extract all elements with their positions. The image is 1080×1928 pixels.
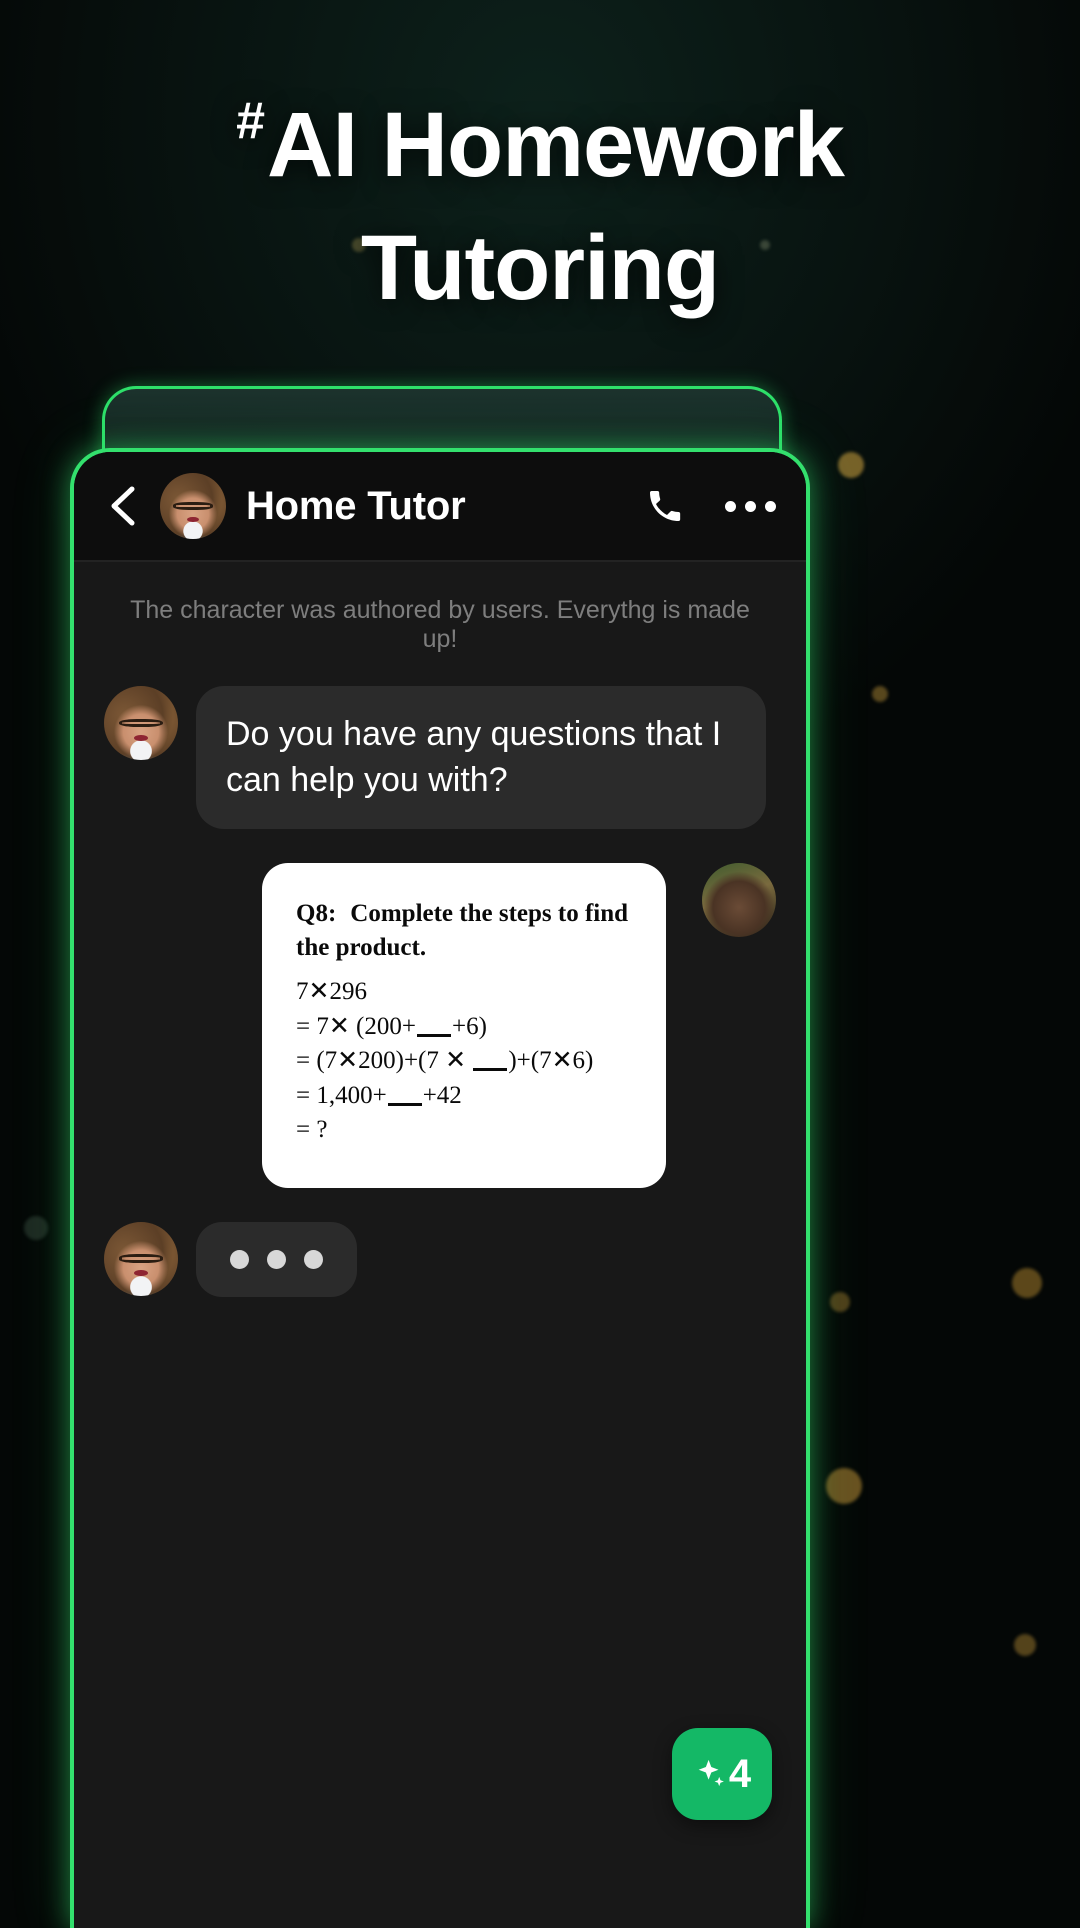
typing-indicator bbox=[196, 1221, 357, 1297]
homework-line-1: 7✕296 bbox=[296, 978, 367, 1006]
headline-line-2: Tutoring bbox=[360, 217, 720, 320]
chat-header: Home Tutor bbox=[74, 452, 806, 560]
user-message-row: Q8: Complete the steps to find the produc… bbox=[104, 863, 776, 1188]
more-options-button[interactable] bbox=[725, 500, 776, 512]
homework-line-3-pre: = (7✕200)+(7 ✕ bbox=[296, 1047, 473, 1075]
sparkle-credits-button[interactable]: 4 bbox=[672, 1728, 772, 1820]
hash-symbol: # bbox=[236, 92, 265, 150]
phone-icon bbox=[650, 491, 681, 521]
blank-underscore bbox=[387, 1102, 422, 1106]
homework-line-2: = 7✕ (200+ +6) bbox=[296, 1010, 632, 1045]
avatar bbox=[104, 686, 178, 760]
typing-indicator-row bbox=[104, 1221, 776, 1297]
page-title: #AI Homework Tutoring bbox=[0, 84, 1080, 331]
chat-title: Home Tutor bbox=[246, 483, 466, 528]
avatar bbox=[104, 1221, 178, 1296]
homework-line-4-post: +42 bbox=[422, 1081, 462, 1109]
sparkle-icon bbox=[698, 1759, 724, 1787]
avatar[interactable] bbox=[160, 473, 226, 539]
homework-line-2-pre: = 7✕ (200+ bbox=[296, 1012, 416, 1040]
ai-message-row: Do you have any questions that I can hel… bbox=[104, 686, 776, 830]
avatar bbox=[702, 863, 776, 938]
homework-line-4-pre: = 1,400+ bbox=[296, 1081, 387, 1109]
homework-line-3-post: )+(7✕6) bbox=[508, 1047, 594, 1075]
ai-message-bubble: Do you have any questions that I can hel… bbox=[196, 686, 766, 830]
chat-body: The character was authored by users. Eve… bbox=[74, 562, 806, 1928]
headline-line-1: AI Homework bbox=[267, 94, 845, 196]
blank-underscore bbox=[416, 1033, 451, 1037]
back-button[interactable] bbox=[106, 485, 140, 527]
homework-line-5: = ? bbox=[296, 1116, 328, 1144]
phone-mockup: Home Tutor The character was authored by… bbox=[70, 448, 810, 1928]
homework-question-title: Q8: Complete the steps to find the produc… bbox=[296, 897, 632, 965]
chevron-left-icon bbox=[111, 486, 135, 526]
homework-line-3: = (7✕200)+(7 ✕ )+(7✕6) bbox=[296, 1044, 632, 1079]
header-actions bbox=[645, 486, 776, 526]
chat-disclaimer: The character was authored by users. Eve… bbox=[130, 596, 750, 653]
homework-question-text: Complete the steps to find the product. bbox=[296, 900, 629, 962]
call-button[interactable] bbox=[645, 486, 685, 526]
homework-question-number: Q8: bbox=[296, 900, 337, 928]
homework-line-4: = 1,400+ +42 bbox=[296, 1079, 632, 1114]
more-options-icon bbox=[725, 500, 776, 512]
blank-underscore bbox=[473, 1068, 508, 1072]
credits-count: 4 bbox=[728, 1751, 752, 1796]
homework-image[interactable]: Q8: Complete the steps to find the produc… bbox=[262, 863, 666, 1188]
homework-line-2-post: +6) bbox=[451, 1012, 487, 1040]
